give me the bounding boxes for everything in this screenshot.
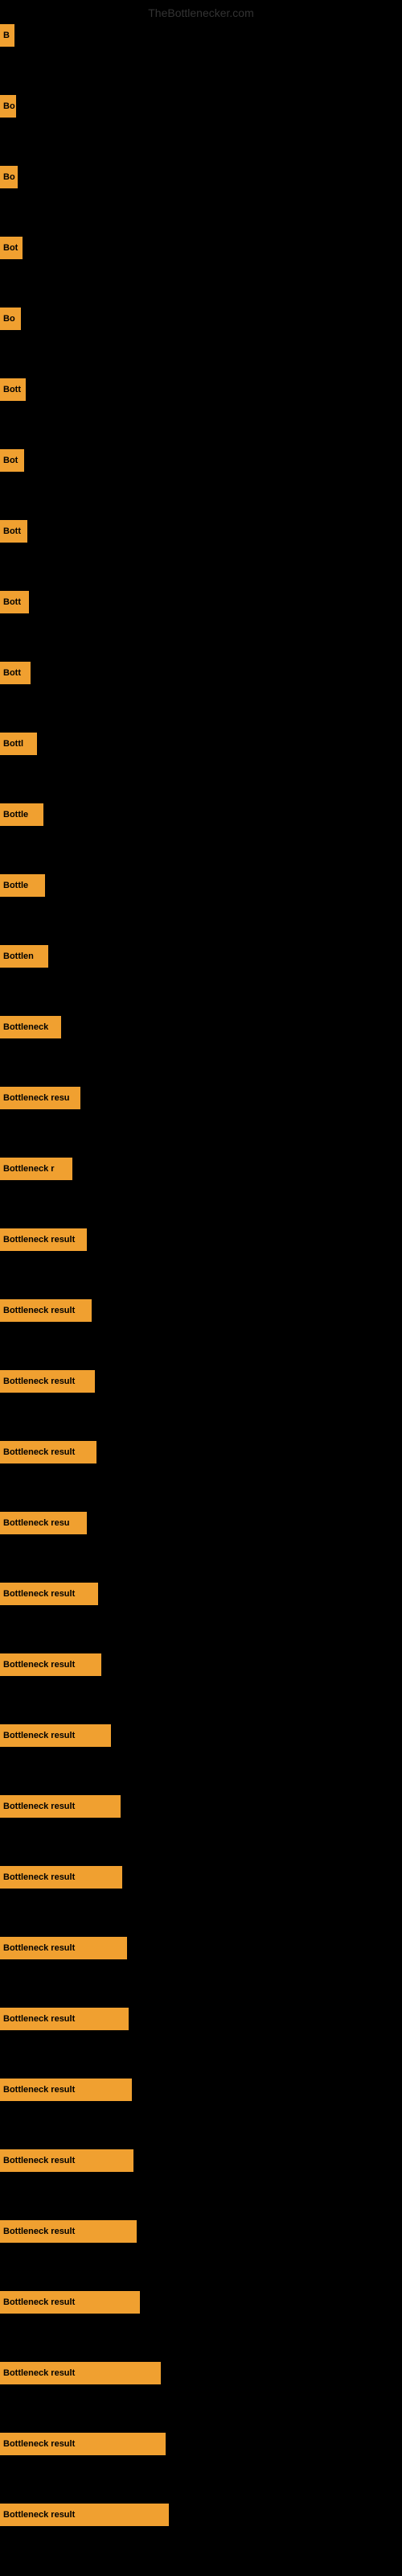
bar-item: Bot <box>0 237 23 259</box>
bar-label: Bottleneck result <box>3 1447 75 1457</box>
bar-item: Bottle <box>0 803 43 826</box>
bar-label: Bottleneck result <box>3 1377 75 1386</box>
bar-label: Bott <box>3 385 21 394</box>
bar-label: Bottleneck resu <box>3 1093 70 1103</box>
bar-item: Bottleneck result <box>0 1866 122 1889</box>
bar-label: Bottlen <box>3 952 34 961</box>
bar-item: Bottleneck <box>0 1016 61 1038</box>
bar-item: Bo <box>0 95 16 118</box>
bar-item: Bottleneck result <box>0 1228 87 1251</box>
bar-label: Bottleneck <box>3 1022 48 1032</box>
bar-item: Bott <box>0 520 27 543</box>
bar-item: Bottleneck resu <box>0 1087 80 1109</box>
bar-item: Bottleneck result <box>0 1370 95 1393</box>
bar-label: Bott <box>3 668 21 678</box>
bar-item: Bottlen <box>0 945 48 968</box>
bar-label: Bottleneck result <box>3 1731 75 1740</box>
bar-label: Bottleneck result <box>3 1235 75 1245</box>
bar-item: B <box>0 24 14 47</box>
bar-label: Bottl <box>3 739 23 749</box>
bar-item: Bott <box>0 378 26 401</box>
bar-item: Bottleneck result <box>0 2008 129 2030</box>
bar-label: Bottleneck result <box>3 2368 75 2378</box>
bar-item: Bott <box>0 662 31 684</box>
bar-label: Bottleneck result <box>3 2227 75 2236</box>
bar-label: Bo <box>3 172 15 182</box>
bar-label: Bot <box>3 243 18 253</box>
bar-label: Bottle <box>3 810 28 819</box>
bar-item: Bottleneck result <box>0 1937 127 1959</box>
bar-item: Bottleneck result <box>0 2362 161 2384</box>
bar-label: Bo <box>3 101 15 111</box>
bar-item: Bottleneck result <box>0 2079 132 2101</box>
bar-item: Bottleneck result <box>0 2149 133 2172</box>
bar-label: Bottleneck result <box>3 2014 75 2024</box>
bar-item: Bottleneck result <box>0 2504 169 2526</box>
bar-label: Bottle <box>3 881 28 890</box>
bar-label: Bottleneck result <box>3 2085 75 2095</box>
bar-label: Bot <box>3 456 18 465</box>
bar-item: Bottleneck result <box>0 2291 140 2314</box>
bar-item: Bottl <box>0 733 37 755</box>
bar-item: Bottleneck result <box>0 1441 96 1463</box>
bar-label: Bottleneck result <box>3 2510 75 2520</box>
bar-item: Bottleneck resu <box>0 1512 87 1534</box>
bar-label: Bottleneck r <box>3 1164 55 1174</box>
bar-item: Bottleneck result <box>0 1299 92 1322</box>
bar-label: Bottleneck result <box>3 2297 75 2307</box>
bar-item: Bott <box>0 591 29 613</box>
bar-label: Bo <box>3 314 15 324</box>
site-title: TheBottlenecker.com <box>148 6 254 19</box>
bar-label: Bott <box>3 597 21 607</box>
bar-label: Bottleneck result <box>3 1306 75 1315</box>
bar-label: Bottleneck result <box>3 1802 75 1811</box>
bar-label: Bottleneck result <box>3 1943 75 1953</box>
bar-label: Bottleneck resu <box>3 1518 70 1528</box>
bar-item: Bo <box>0 308 21 330</box>
bar-item: Bottleneck result <box>0 1724 111 1747</box>
bar-item: Bottleneck result <box>0 1653 101 1676</box>
bar-label: B <box>3 31 10 40</box>
bar-item: Bottleneck result <box>0 1583 98 1605</box>
bar-label: Bottleneck result <box>3 1589 75 1599</box>
bar-item: Bottleneck result <box>0 2433 166 2455</box>
bar-item: Bo <box>0 166 18 188</box>
bar-item: Bottleneck r <box>0 1158 72 1180</box>
bar-label: Bottleneck result <box>3 1660 75 1670</box>
bar-label: Bottleneck result <box>3 2439 75 2449</box>
bar-label: Bottleneck result <box>3 1872 75 1882</box>
bar-item: Bottleneck result <box>0 1795 121 1818</box>
bar-item: Bot <box>0 449 24 472</box>
bar-label: Bott <box>3 526 21 536</box>
bar-item: Bottle <box>0 874 45 897</box>
bar-item: Bottleneck result <box>0 2220 137 2243</box>
bar-label: Bottleneck result <box>3 2156 75 2165</box>
